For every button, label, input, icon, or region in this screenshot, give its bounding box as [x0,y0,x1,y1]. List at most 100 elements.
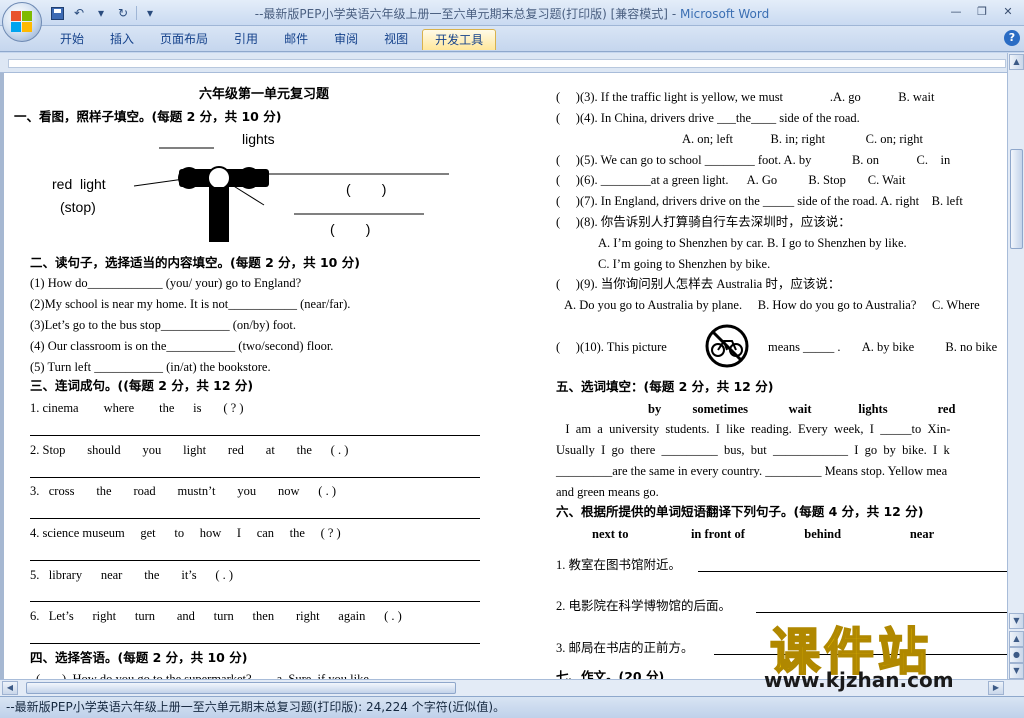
word-bank-5: by sometimes wait lights red [648,402,956,416]
q3: ( )(3). If the traffic light is yellow, … [556,90,935,104]
document-name: --最新版PEP小学英语六年级上册一至六单元期末总复习题(打印版) [兼容模式] [254,7,668,21]
s3-item-4: 4. science museum get to how I can the (… [30,526,341,540]
word-bank-6: next to in front of behind near [592,527,935,541]
watermark-logo: 课件站 www.kjzhan.com [760,612,1010,692]
pic-label-stop: (stop) [60,199,96,215]
no-bike-icon [705,324,749,368]
help-icon[interactable]: ? [1004,30,1020,46]
page-title: 六年级第一单元复习题 [198,87,329,102]
answer-line-5 [30,601,480,602]
s4-item-1: ( ) How do you go to the supermarket? a.… [36,672,373,679]
q8-option-ab: A. I’m going to Shenzhen by car. B. I go… [598,236,907,250]
arrow-up-icon: ▲ [1013,57,1020,66]
ruler-scale [8,59,1006,68]
right-column: ( )(3). If the traffic light is yellow, … [556,73,1007,679]
left-column: 六年级第一单元复习题 一、看图，照样子填空。(每题 2 分，共 10 分) li… [14,73,514,679]
section-6-heading: 六、根据所提供的单词短语翻译下列句子。(每题 4 分，共 12 分) [556,504,924,519]
q10: ( )(10). This picture [556,340,667,354]
s2-item-2: (2)My school is near my home. It is not_… [30,297,351,311]
s6-item-2: 2. 电影院在科学博物馆的后面。 [556,599,732,613]
pic-label-red-light: red light [52,176,106,192]
office-logo-icon [11,11,33,33]
pic-blank-2: ( ) [330,221,371,237]
tab-mailings[interactable]: 邮件 [272,29,320,50]
s5-passage-line-4: and green means go. [556,485,659,499]
s6-item-1: 1. 教室在图书馆附近。 [556,558,682,572]
q9: ( )(9). 当你询问别人怎样去 Australia 时，应该说： [556,277,841,291]
horizontal-ruler[interactable] [0,53,1024,73]
q4-options: A. on; left B. in; right C. on; right [682,132,923,146]
q4: ( )(4). In China, drivers drive ___the__… [556,111,860,125]
scroll-down-button[interactable]: ▼ [1009,613,1024,629]
title-bar: ↶ ▾ ↻ ▾ --最新版PEP小学英语六年级上册一至六单元期末总复习题(打印版… [0,0,1024,26]
double-down-icon: ▼ [1013,666,1020,675]
answer-line-1 [30,435,480,436]
answer-line-6 [30,643,480,644]
s3-item-5: 5. library near the it’s ( . ) [30,568,234,582]
circle-icon: ● [1013,650,1020,659]
next-page-button[interactable]: ▼ [1009,663,1024,679]
q10-options: means _____ . A. by bike B. no bike [768,340,998,354]
close-button[interactable]: ✕ [996,2,1020,20]
previous-page-button[interactable]: ▲ [1009,631,1024,647]
q6: ( )(6). ________at a green light. A. Go … [556,173,906,187]
window-controls: — ❐ ✕ [944,2,1020,20]
no-bike-sign [704,323,750,373]
section-2-heading: 二、读句子，选择适当的内容填空。(每题 2 分，共 10 分) [30,255,360,270]
window-title: --最新版PEP小学英语六年级上册一至六单元期末总复习题(打印版) [兼容模式]… [0,5,1024,22]
arrow-left-icon: ◀ [6,683,14,692]
section-4-heading: 四、选择答语。(每题 2 分，共 10 分) [30,650,248,665]
document-canvas[interactable]: 六年级第一单元复习题 一、看图，照样子填空。(每题 2 分，共 10 分) li… [0,73,1007,679]
traffic-light-picture: lights red light (stop) ( ) ( ) [44,129,464,244]
tab-page-layout[interactable]: 页面布局 [148,29,220,50]
section-7-heading: 七、作文。(20 分) [556,669,665,679]
q8: ( )(8). 你告诉别人打算骑自行车去深圳时，应该说： [556,215,851,229]
s5-passage-line-1: I am a university students. I like readi… [556,422,951,436]
q8-option-c: C. I’m going to Shenzhen by bike. [598,257,771,271]
s2-item-5: (5) Turn left ___________ (in/at) the bo… [30,360,271,374]
app-name: Microsoft Word [679,7,770,21]
tab-home[interactable]: 开始 [48,29,96,50]
tab-developer[interactable]: 开发工具 [422,29,497,50]
vertical-scroll-thumb[interactable] [1010,149,1023,249]
section-5-heading: 五、选词填空：(每题 2 分，共 12 分) [556,379,774,394]
tab-insert[interactable]: 插入 [98,29,146,50]
watermark-url: www.kjzhan.com [764,668,954,692]
restore-button[interactable]: ❐ [970,2,994,20]
answer-line-3 [30,518,480,519]
s3-item-2: 2. Stop should you light red at the ( . … [30,443,349,457]
translation-line-1 [698,571,1007,572]
minimize-icon: — [950,4,962,18]
tab-view[interactable]: 视图 [372,29,420,50]
minimize-button[interactable]: — [944,2,968,20]
tab-references[interactable]: 引用 [222,29,270,50]
browse-object-button[interactable]: ● [1009,647,1024,663]
tab-review[interactable]: 审阅 [322,29,370,50]
answer-line-4 [30,560,480,561]
ribbon: 开始 插入 页面布局 引用 邮件 审阅 视图 开发工具 ? [0,26,1024,52]
arrow-down-icon: ▼ [1013,616,1020,625]
document-page[interactable]: 六年级第一单元复习题 一、看图，照样子填空。(每题 2 分，共 10 分) li… [4,73,1007,679]
s2-item-3: (3)Let’s go to the bus stop___________ (… [30,318,296,332]
s2-item-4: (4) Our classroom is on the___________ (… [30,339,334,353]
ribbon-tabs: 开始 插入 页面布局 引用 邮件 审阅 视图 开发工具 [48,29,497,50]
close-icon: ✕ [1003,4,1013,18]
pic-blank-1: ( ) [346,181,387,197]
office-button[interactable] [2,2,42,42]
scroll-up-button[interactable]: ▲ [1009,54,1024,70]
s5-passage-line-2: Usually I go there _________ bus, but __… [556,443,950,457]
s3-item-1: 1. cinema where the is ( ? ) [30,401,244,415]
s3-item-6: 6. Let’s right turn and turn then right … [30,609,402,623]
s5-passage-line-3: _________are the same in every country. … [556,464,948,478]
q9-options: A. Do you go to Australia by plane. B. H… [564,298,980,312]
section-1-heading: 一、看图，照样子填空。(每题 2 分，共 10 分) [14,109,282,124]
vertical-scrollbar[interactable]: ▲ ▼ ▲ ● ▼ [1007,53,1024,679]
restore-icon: ❐ [977,4,987,18]
q5: ( )(5). We can go to school ________ foo… [556,153,951,167]
title-separator: - [668,7,680,21]
horizontal-scroll-thumb[interactable] [26,682,456,694]
status-text: --最新版PEP小学英语六年级上册一至六单元期末总复习题(打印版): 24,22… [6,700,506,714]
q7: ( )(7). In England, drivers drive on the… [556,194,963,208]
scroll-left-button[interactable]: ◀ [2,681,18,695]
status-bar: --最新版PEP小学英语六年级上册一至六单元期末总复习题(打印版): 24,22… [0,696,1024,718]
